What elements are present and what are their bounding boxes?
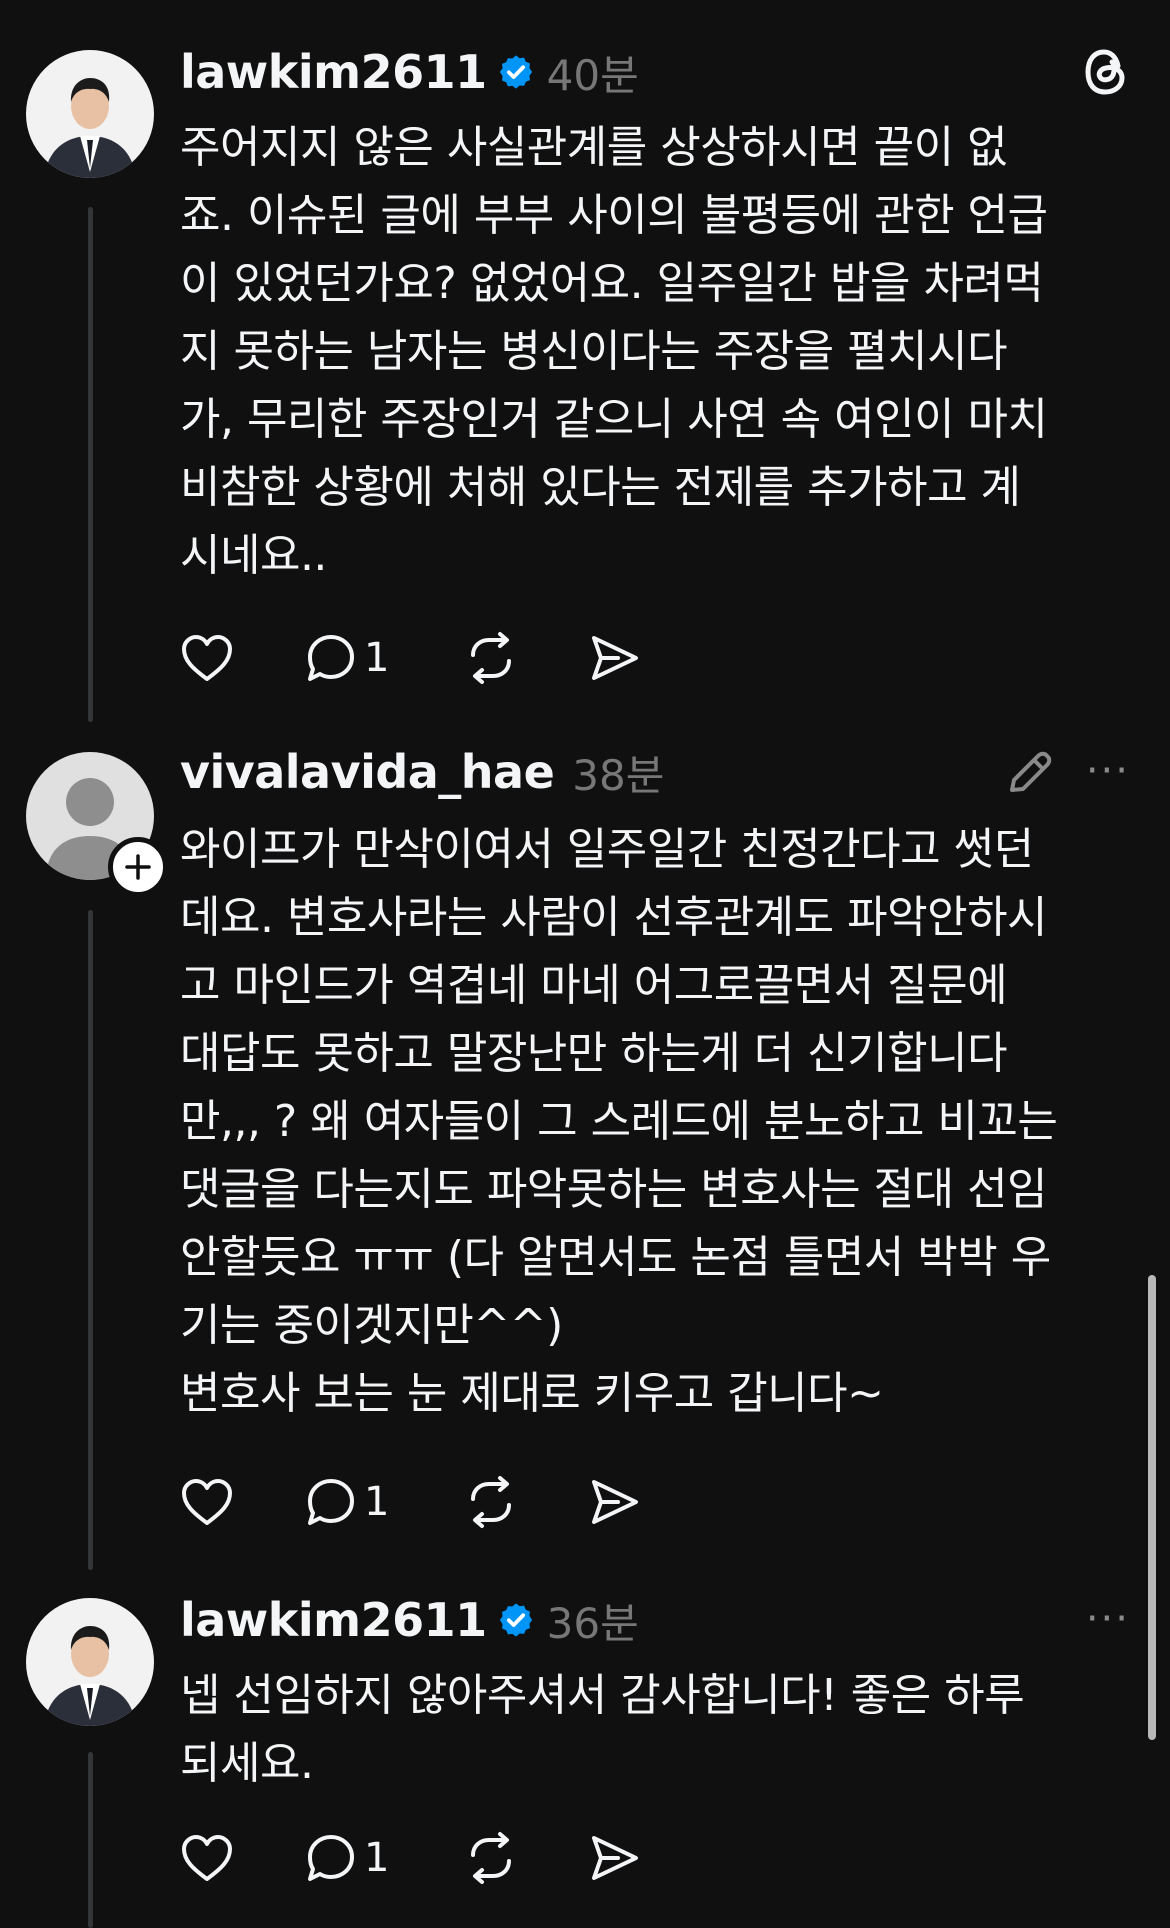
edit-pencil-icon[interactable] (1004, 746, 1056, 798)
share-button[interactable] (588, 1474, 668, 1530)
post-text: 넵 선임하지 않아주셔서 감사합니다! 좋은 하루 되세요. (180, 1670, 1025, 1789)
thread-line (88, 207, 93, 722)
more-options-button[interactable]: ··· (1086, 748, 1130, 794)
more-options-button[interactable]: ··· (1086, 1596, 1130, 1642)
reply-button[interactable]: 1 (304, 1830, 464, 1886)
heart-icon (182, 1835, 232, 1881)
thread-line (88, 910, 93, 1570)
heart-icon (182, 635, 232, 681)
like-button[interactable] (180, 1830, 304, 1886)
username[interactable]: lawkim2611 (180, 45, 487, 99)
post-header: vivalavida_hae 38분 (180, 742, 664, 802)
comment-icon (308, 1479, 354, 1525)
post-text: 주어지지 않은 사실관계를 상상하시면 끝이 없 죠. 이슈된 글에 부부 사이… (180, 122, 1048, 581)
reply-button[interactable]: 1 (304, 1474, 464, 1530)
avatar[interactable] (26, 1598, 154, 1726)
send-icon (592, 1836, 638, 1880)
post-header: lawkim2611 40분 (180, 42, 639, 102)
like-button[interactable] (180, 630, 304, 686)
action-bar: 1 (180, 1830, 668, 1886)
action-bar: 1 (180, 1474, 668, 1530)
username[interactable]: vivalavida_hae (180, 745, 555, 799)
comment-icon (308, 635, 354, 681)
share-button[interactable] (588, 630, 668, 686)
plus-icon (125, 854, 151, 880)
reply-count: 1 (364, 1479, 390, 1525)
verified-badge-icon (499, 1603, 532, 1637)
send-icon (592, 636, 638, 680)
repost-button[interactable] (464, 1474, 588, 1530)
send-icon (592, 1480, 638, 1524)
repost-button[interactable] (464, 1830, 588, 1886)
repost-icon (471, 1832, 511, 1884)
timestamp: 36분 (546, 1598, 639, 1648)
verified-badge-icon (499, 55, 532, 89)
post-text: 와이프가 만삭이여서 일주일간 친정간다고 썻던 데요. 변호사라는 사람이 선… (180, 824, 1058, 1419)
username[interactable]: lawkim2611 (180, 1593, 487, 1647)
profile-photo (26, 1598, 154, 1726)
repost-icon (471, 632, 511, 684)
reply-count: 1 (364, 1835, 390, 1881)
reply-count: 1 (364, 635, 390, 681)
share-button[interactable] (588, 1830, 668, 1886)
post-header: lawkim2611 36분 (180, 1590, 639, 1650)
avatar[interactable] (26, 50, 154, 178)
repost-button[interactable] (464, 630, 588, 686)
like-button[interactable] (180, 1474, 304, 1530)
threads-logo-icon[interactable] (1080, 44, 1132, 100)
timestamp: 38분 (572, 750, 665, 800)
comment-icon (308, 1835, 354, 1881)
follow-button[interactable] (108, 837, 168, 897)
timestamp: 40분 (546, 50, 639, 100)
action-bar: 1 (180, 630, 668, 686)
repost-icon (471, 1476, 511, 1528)
reply-button[interactable]: 1 (304, 630, 464, 686)
profile-photo (26, 50, 154, 178)
scrollbar[interactable] (1148, 1275, 1156, 1740)
heart-icon (182, 1479, 232, 1525)
thread-line (88, 1752, 93, 1928)
